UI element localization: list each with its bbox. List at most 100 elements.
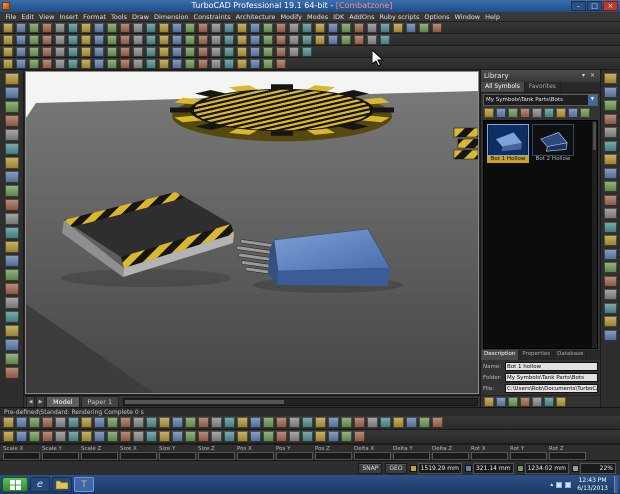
step-rotation-icon[interactable] — [250, 431, 261, 442]
extrude-tool-icon[interactable] — [5, 283, 19, 295]
coordinate-polar-icon[interactable] — [276, 417, 287, 428]
boolean-union-icon[interactable] — [354, 35, 364, 45]
save-all-icon[interactable] — [532, 397, 542, 407]
menu-item-architecture[interactable]: Architecture — [233, 12, 278, 22]
measure-angle-icon[interactable] — [237, 59, 247, 69]
snap-2d-icon[interactable] — [380, 417, 391, 428]
selection-info-icon[interactable] — [604, 114, 617, 125]
open-icon[interactable] — [16, 23, 26, 33]
field-input-pos-x[interactable] — [237, 452, 274, 460]
degrade-selection-icon[interactable] — [55, 431, 66, 442]
facet-select-icon[interactable] — [289, 431, 300, 442]
snap-apex-icon[interactable] — [133, 417, 144, 428]
erase-icon[interactable] — [172, 23, 182, 33]
tab-database[interactable]: Database — [554, 350, 587, 360]
grid-toggle-icon[interactable] — [172, 47, 182, 57]
pin-icon[interactable]: ▾ — [579, 71, 588, 81]
workplane-by-face-icon[interactable] — [146, 47, 156, 57]
spot-light-icon[interactable] — [289, 47, 299, 57]
menu-item-draw[interactable]: Draw — [130, 12, 152, 22]
x-coordinate-value[interactable]: 1519.29 mm — [418, 463, 462, 474]
pan-tool-icon[interactable] — [5, 115, 19, 127]
menu-item-edit[interactable]: Edit — [19, 12, 37, 22]
layer-bar-icon[interactable] — [315, 417, 326, 428]
lineweight-bar-icon[interactable] — [354, 417, 365, 428]
taskbar-clock[interactable]: 12:43 PM 6/13/2013 — [574, 477, 611, 492]
symbols-panel-icon[interactable] — [604, 168, 617, 179]
print-icon[interactable] — [42, 23, 52, 33]
snap-3d-icon[interactable] — [367, 417, 378, 428]
linetype-bar-icon[interactable] — [341, 417, 352, 428]
snap-face-icon[interactable] — [146, 417, 157, 428]
polygon-tool-icon[interactable] — [5, 185, 19, 197]
field-input-size-x[interactable] — [120, 452, 157, 460]
rotation-handles-icon[interactable] — [107, 431, 118, 442]
box-tool-icon[interactable] — [5, 227, 19, 239]
drafting-palette-icon[interactable] — [604, 222, 617, 233]
align-icon[interactable] — [211, 59, 221, 69]
file-explorer-icon[interactable] — [52, 477, 72, 492]
page-setup-icon[interactable] — [68, 23, 78, 33]
z-lock-icon[interactable] — [185, 431, 196, 442]
save-icon[interactable] — [29, 23, 39, 33]
symbol-path-dropdown[interactable]: My Symbols\Tank Parts\Bots ▼ — [483, 94, 598, 106]
step-size-icon[interactable] — [263, 431, 274, 442]
vertical-scrollbar-thumb[interactable] — [593, 122, 596, 150]
menu-item-idk[interactable]: IDK — [331, 12, 347, 22]
wireframe-mode-icon[interactable] — [211, 47, 221, 57]
dimension-tool-icon[interactable] — [5, 213, 19, 225]
inspector-bar-icon[interactable] — [289, 417, 300, 428]
close-strip-icon[interactable] — [604, 73, 617, 84]
view-front-icon[interactable] — [29, 47, 39, 57]
running-snaps-icon[interactable] — [406, 417, 417, 428]
sphere-icon[interactable] — [224, 35, 234, 45]
torus-icon[interactable] — [276, 35, 286, 45]
minimize-button[interactable]: – — [571, 1, 586, 11]
groups-panel-icon[interactable] — [604, 154, 617, 165]
edge-select-icon[interactable] — [302, 431, 313, 442]
z-coordinate-value[interactable]: 1234.02 mm — [525, 463, 569, 474]
lights-panel-icon[interactable] — [604, 276, 617, 287]
boolean-subtract-icon[interactable] — [367, 35, 377, 45]
snap-settings-icon[interactable] — [419, 417, 430, 428]
horizontal-scrollbar-thumb[interactable] — [125, 400, 284, 404]
new-icon[interactable] — [3, 23, 13, 33]
symbol-item-bot-2-hollow[interactable]: Bot 2 Hollow — [532, 124, 574, 163]
library-panel-icon[interactable] — [604, 87, 617, 98]
up-level-icon[interactable] — [508, 108, 518, 118]
coordinate-relative-icon[interactable] — [263, 417, 274, 428]
export-symbol-icon[interactable] — [556, 397, 566, 407]
scale-handles-icon[interactable] — [120, 431, 131, 442]
tab-all-symbols[interactable]: All Symbols — [481, 82, 525, 92]
properties-icon[interactable] — [289, 23, 299, 33]
dropdown-arrow-icon[interactable]: ▼ — [588, 95, 597, 105]
menu-item-constraints[interactable]: Constraints — [191, 12, 233, 22]
snap-center-icon[interactable] — [42, 417, 53, 428]
rename-symbol-icon[interactable] — [508, 397, 518, 407]
snap-parallel-icon[interactable] — [120, 417, 131, 428]
global-snap-icon[interactable] — [42, 431, 53, 442]
draft-render-icon[interactable] — [237, 47, 247, 57]
view-iso-icon[interactable] — [3, 47, 13, 57]
sweep-icon[interactable] — [328, 35, 338, 45]
spell-check-icon[interactable] — [367, 23, 377, 33]
hemisphere-icon[interactable] — [237, 35, 247, 45]
symbol-item-bot-1-hollow[interactable]: Bot 1 Hollow — [487, 124, 529, 163]
polyline-3d-icon[interactable] — [289, 35, 299, 45]
open-symbol-icon[interactable] — [341, 23, 351, 33]
snap-toggle-button[interactable]: SNAP — [358, 463, 382, 474]
tab-favorites[interactable]: Favorites — [525, 82, 561, 92]
view-right-icon[interactable] — [42, 47, 52, 57]
menu-item-insert[interactable]: Insert — [57, 12, 81, 22]
coord-fields-lock-icon[interactable] — [328, 431, 339, 442]
menu-item-addons[interactable]: AddOns — [347, 12, 377, 22]
snap-grid-icon[interactable] — [3, 417, 14, 428]
shell-tool-icon[interactable] — [5, 353, 19, 365]
internet-explorer-icon[interactable]: e — [30, 477, 50, 492]
point-icon[interactable] — [120, 35, 130, 45]
field-input-delta-x[interactable] — [354, 452, 391, 460]
advanced-render-icon[interactable] — [263, 47, 273, 57]
y-coordinate-value[interactable]: 321.14 mm — [473, 463, 514, 474]
copy-icon[interactable] — [94, 23, 104, 33]
menu-item-file[interactable]: File — [3, 12, 19, 22]
